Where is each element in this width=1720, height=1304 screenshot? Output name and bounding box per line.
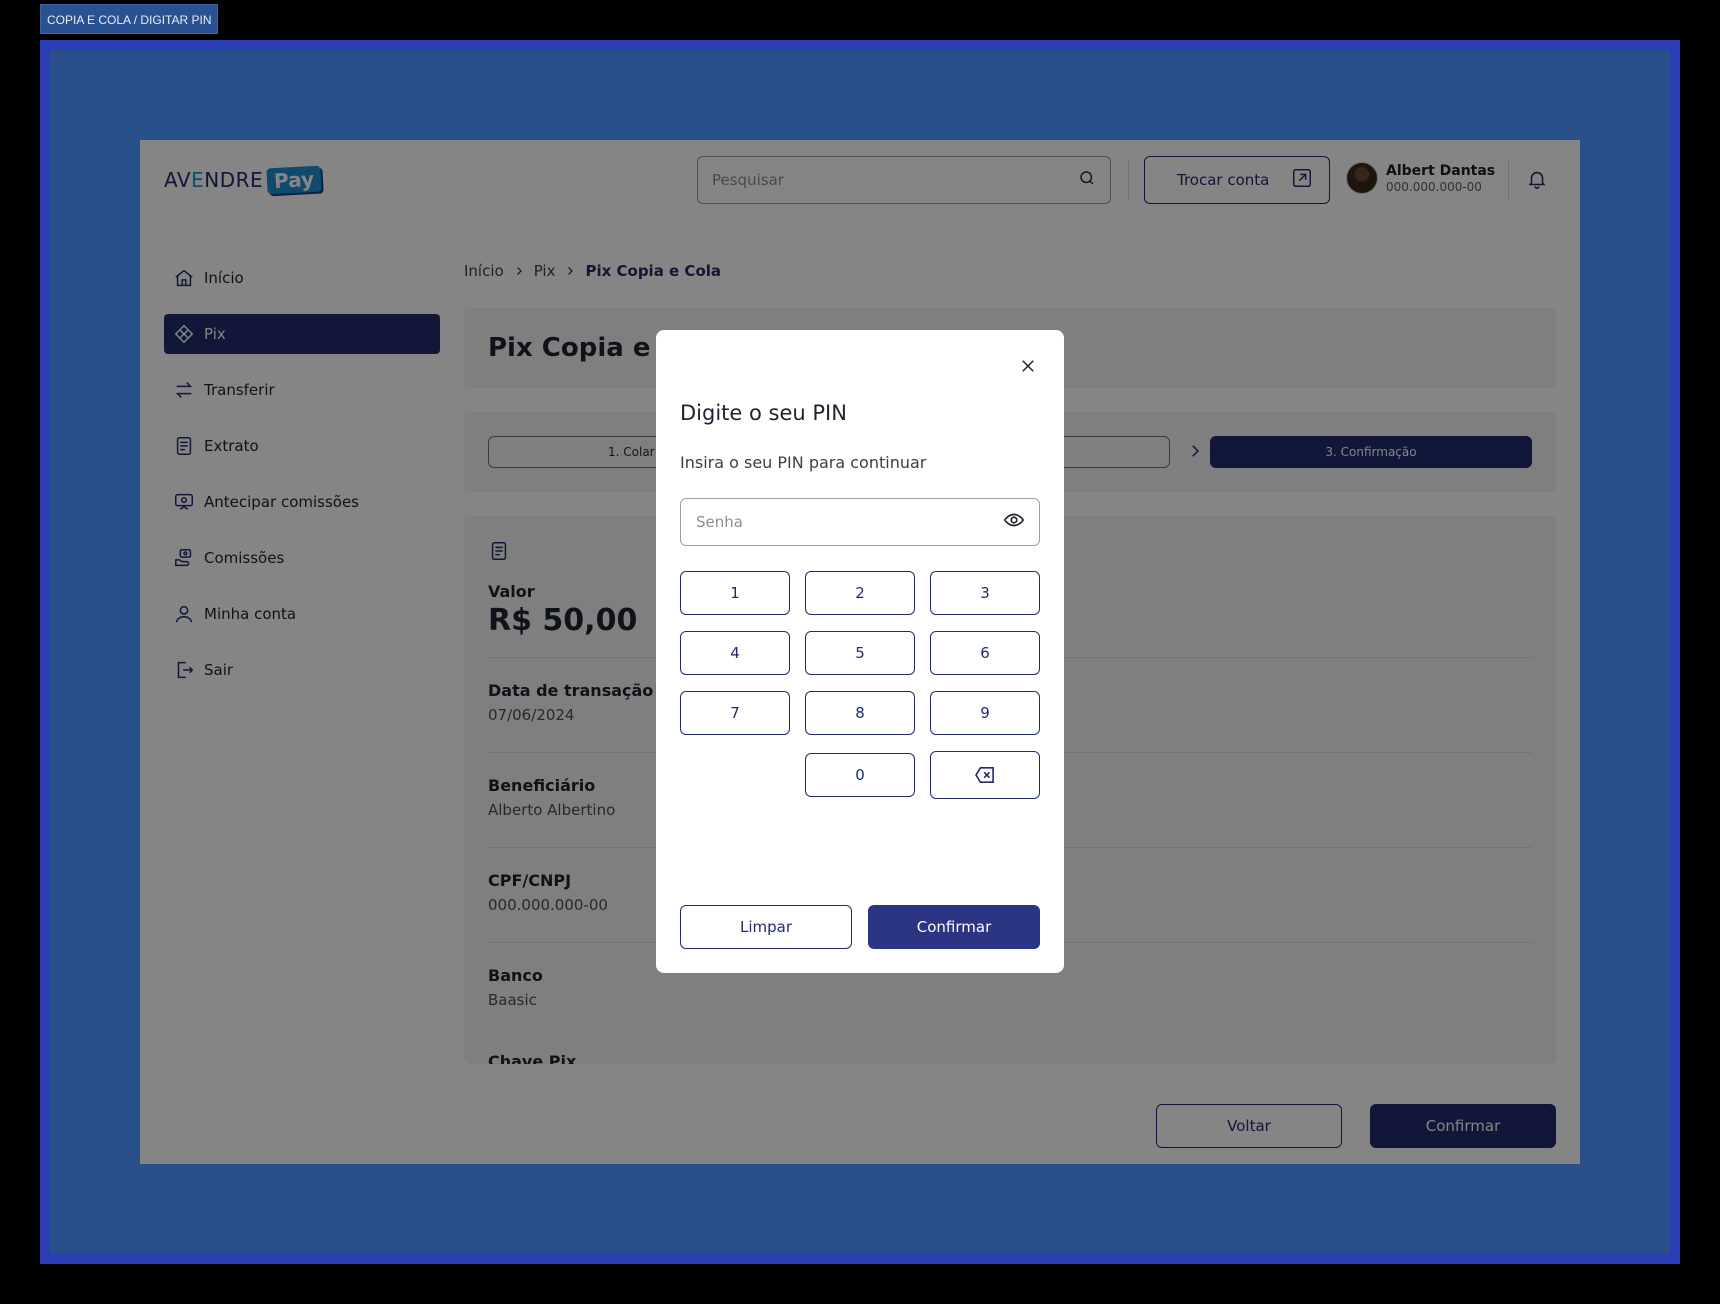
backspace-button[interactable] bbox=[930, 751, 1040, 799]
keypad-key-6[interactable]: 6 bbox=[930, 631, 1040, 675]
keypad-key-2[interactable]: 2 bbox=[805, 571, 915, 615]
keypad-key-5[interactable]: 5 bbox=[805, 631, 915, 675]
modal-title: Digite o seu PIN bbox=[680, 401, 847, 425]
pin-field bbox=[680, 498, 1040, 546]
pin-input[interactable] bbox=[696, 513, 1003, 531]
keypad-key-0[interactable]: 0 bbox=[805, 753, 915, 797]
keypad-key-9[interactable]: 9 bbox=[930, 691, 1040, 735]
modal-confirm-button[interactable]: Confirmar bbox=[868, 905, 1040, 949]
clear-button[interactable]: Limpar bbox=[680, 905, 852, 949]
close-icon[interactable] bbox=[1016, 354, 1040, 378]
backspace-icon bbox=[975, 766, 994, 784]
app-window: AVENDRE Pay Trocar conta Albert Dantas 0… bbox=[140, 140, 1580, 1164]
keypad-key-1[interactable]: 1 bbox=[680, 571, 790, 615]
keypad-key-4[interactable]: 4 bbox=[680, 631, 790, 675]
keypad-key-7[interactable]: 7 bbox=[680, 691, 790, 735]
keypad-key-8[interactable]: 8 bbox=[805, 691, 915, 735]
keypad-key-3[interactable]: 3 bbox=[930, 571, 1040, 615]
pin-modal: Digite o seu PIN Insira o seu PIN para c… bbox=[656, 330, 1064, 973]
frame-label: COPIA E COLA / DIGITAR PIN bbox=[40, 4, 219, 34]
modal-subtitle: Insira o seu PIN para continuar bbox=[680, 453, 927, 472]
eye-icon[interactable] bbox=[1003, 509, 1025, 535]
